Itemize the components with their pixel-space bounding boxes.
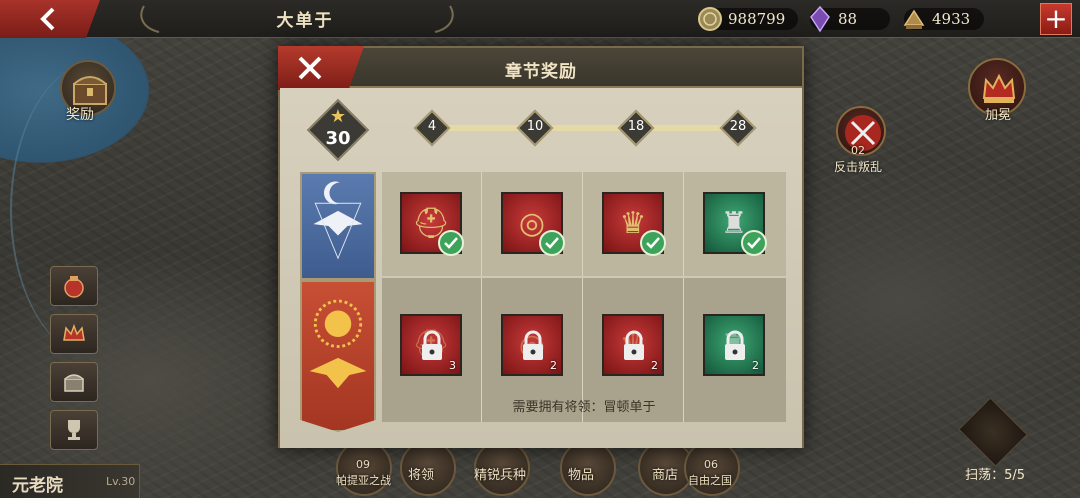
trophy-button[interactable] [50, 410, 98, 450]
reward-item[interactable]: ◎ 2 [501, 314, 563, 376]
milestone-value: 28 [729, 119, 747, 134]
reward-slot[interactable]: ◎ [483, 172, 583, 276]
rebel-label: 反击叛乱 [834, 160, 883, 174]
gem-value: 88 [838, 10, 858, 28]
claimed-check-icon [438, 230, 464, 256]
claimed-rewards-row: ⛑ ◎ ♛ ♜ [382, 172, 786, 276]
close-icon [298, 56, 322, 80]
food-counter[interactable]: 4933 [903, 8, 984, 30]
lock-icon [624, 330, 644, 360]
bag-button[interactable] [50, 266, 98, 306]
milestone-value: 18 [627, 119, 645, 134]
coin-value: 988799 [728, 10, 786, 28]
reward-label: 奖励 [66, 107, 94, 123]
reward-item[interactable]: ⛑ 3 [400, 314, 462, 376]
milestone-value: 10 [526, 119, 544, 134]
node-number: 09 [356, 458, 370, 471]
claimed-check-icon [539, 230, 565, 256]
bag-icon [64, 276, 84, 298]
senate-level: Lv.30 [106, 475, 136, 488]
gem-counter[interactable]: 88 [810, 5, 890, 33]
node-label: 帕提亚之战 [336, 474, 391, 487]
tab-elite-units-label: 精锐兵种 [474, 468, 527, 483]
coronation-label: 加冕 [985, 108, 1012, 123]
trophy-icon [68, 420, 80, 440]
item-count: 2 [550, 359, 557, 372]
star-progress-track [430, 125, 738, 131]
lock-icon [523, 330, 543, 360]
close-button[interactable] [278, 46, 364, 90]
laurel-left-icon [140, 5, 160, 33]
lock-icon [725, 330, 745, 360]
reward-slot[interactable]: ♜ [685, 172, 785, 276]
item-count: 3 [449, 359, 456, 372]
milestone-1[interactable]: 4 [413, 109, 451, 147]
lock-icon [422, 330, 442, 360]
dialog-header: 章节奖励 [278, 46, 802, 90]
chest-icon [64, 374, 84, 392]
milestone-3[interactable]: 18 [617, 109, 655, 147]
food-icon [903, 9, 925, 29]
claimed-check-icon [640, 230, 666, 256]
node-label: 自由之国 [688, 474, 732, 487]
chest-button[interactable] [50, 362, 98, 402]
crown-icon [63, 323, 85, 341]
reward-item[interactable]: ♜ 2 [703, 314, 765, 376]
sweep-label: 扫荡：5/5 [965, 468, 1025, 483]
milestone-value: 4 [427, 119, 437, 134]
reward-slot[interactable]: ⛑ [382, 172, 482, 276]
reward-item[interactable]: ♛ 2 [602, 314, 664, 376]
red-tier-banner [300, 280, 376, 432]
add-resource-button[interactable]: + [1040, 3, 1072, 35]
back-arrow-icon [40, 7, 55, 31]
claimed-check-icon [741, 230, 767, 256]
item-count: 2 [651, 359, 658, 372]
milestone-2[interactable]: 10 [516, 109, 554, 147]
reward-item[interactable]: ♜ [703, 192, 767, 256]
senate-panel[interactable]: 元老院 Lv.30 [0, 464, 140, 498]
star-icon: ★ [329, 106, 347, 127]
reward-item[interactable]: ♛ [602, 192, 666, 256]
gem-icon [810, 5, 830, 33]
page-title: 大单于 [276, 11, 334, 31]
rebel-number: 02 [851, 144, 865, 157]
reward-slot[interactable]: ♛ [584, 172, 684, 276]
coin-counter[interactable]: 988799 [698, 7, 798, 31]
star-total-badge: ★ 30 [306, 98, 370, 162]
reward-item[interactable]: ⛑ [400, 192, 464, 256]
back-button[interactable] [0, 0, 100, 38]
item-count: 2 [752, 359, 759, 372]
tab-shop-label: 商店 [652, 468, 679, 483]
food-value: 4933 [932, 10, 971, 28]
senate-name: 元老院 [12, 476, 63, 496]
star-total: 30 [325, 128, 351, 149]
node-number: 06 [704, 458, 718, 471]
chapter-reward-dialog: 章节奖励 ★ 30 4 10 18 28 ⛑ ◎ ♛ ♜ 3 2 2 2 需要拥… [278, 46, 804, 448]
coin-icon [698, 7, 722, 31]
requirement-text: 需要拥有将领：冒顿单于 [512, 400, 656, 415]
sun-eagle-emblem-icon [309, 299, 367, 389]
reward-item[interactable]: ◎ [501, 192, 565, 256]
crown-button[interactable] [50, 314, 98, 354]
crescent-eagle-emblem-icon [313, 181, 363, 260]
tab-generals-label: 将领 [408, 468, 435, 483]
tab-items-label: 物品 [568, 468, 595, 483]
laurel-right-icon [434, 5, 454, 33]
reward-grid: ⛑ ◎ ♛ ♜ 3 2 2 2 需要拥有将领：冒顿单于 [382, 172, 786, 422]
blue-tier-banner [300, 172, 376, 280]
milestone-4[interactable]: 28 [719, 109, 757, 147]
top-bar: 大单于 988799 88 4933 + [0, 0, 1080, 38]
